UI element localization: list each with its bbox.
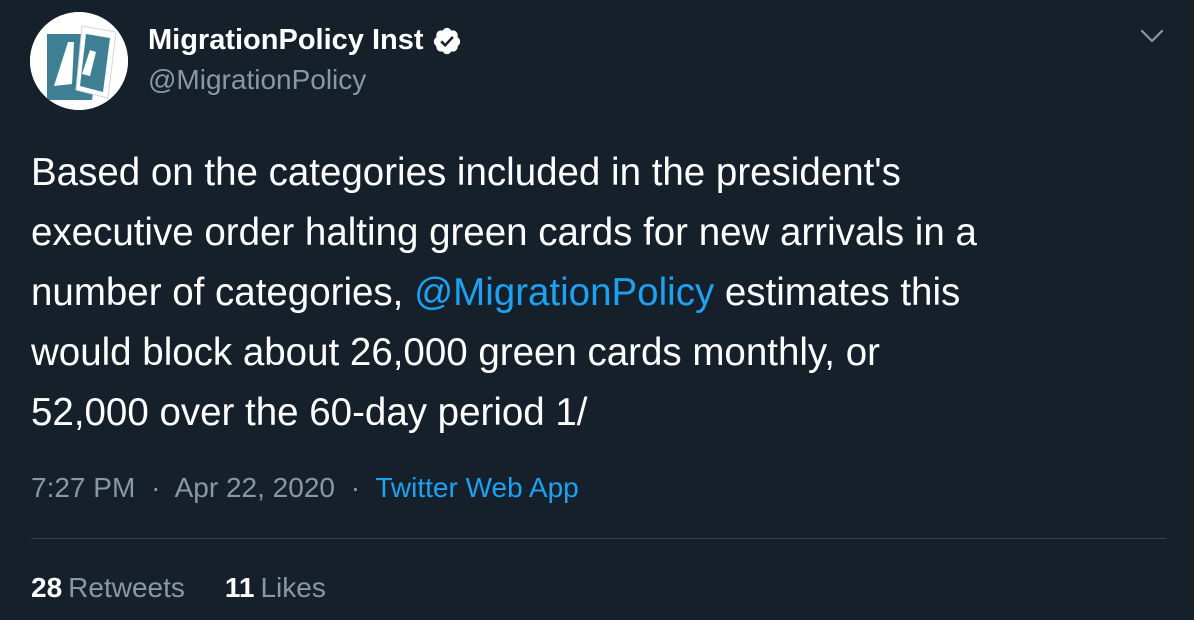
retweets-count: 28	[31, 572, 63, 603]
likes-label: Likes	[260, 572, 326, 603]
tweet-line: executive order halting green cards for …	[31, 203, 1161, 263]
tweet-text-segment: number of categories,	[31, 271, 415, 314]
verified-badge-icon	[433, 27, 460, 54]
display-name-text: MigrationPolicy Inst	[148, 24, 424, 56]
meta-separator: ·	[151, 472, 161, 503]
tweet-date[interactable]: Apr 22, 2020	[175, 472, 335, 503]
tweet-time[interactable]: 7:27 PM	[31, 472, 135, 503]
tweet-stats: 28 Retweets 11 Likes	[31, 572, 366, 604]
chevron-down-icon[interactable]	[1138, 24, 1166, 48]
retweets-label: Retweets	[68, 572, 185, 603]
avatar[interactable]	[30, 12, 128, 110]
likes-count: 11	[224, 572, 255, 603]
display-name[interactable]: MigrationPolicy Inst	[148, 24, 462, 57]
tweet-meta: 7:27 PM · Apr 22, 2020 · Twitter Web App	[31, 472, 579, 504]
tweet-line: would block about 26,000 green cards mon…	[31, 323, 1161, 383]
tweet-text-segment: estimates this	[714, 271, 961, 314]
source-link[interactable]: Twitter Web App	[375, 472, 578, 503]
likes-stat[interactable]: 11 Likes	[225, 572, 326, 604]
meta-separator: ·	[350, 472, 361, 503]
tweet-text-segment: Based on the categories included in the …	[31, 151, 901, 194]
tweet-card: MigrationPolicy Inst @MigrationPolicy Ba…	[0, 0, 1194, 620]
tweet-line: Based on the categories included in the …	[31, 143, 1161, 203]
tweet-text-segment: 52,000 over the 60-day period 1/	[31, 391, 588, 434]
tweet-text-segment: executive order halting green cards for …	[31, 211, 977, 254]
tweet-line: 52,000 over the 60-day period 1/	[31, 383, 1161, 443]
migration-policy-logo	[30, 12, 128, 110]
retweets-stat[interactable]: 28 Retweets	[31, 572, 185, 604]
handle[interactable]: @MigrationPolicy	[148, 64, 366, 96]
divider	[31, 538, 1166, 539]
tweet-text: Based on the categories included in the …	[31, 143, 1161, 443]
mention-link[interactable]: @MigrationPolicy	[414, 271, 714, 314]
tweet-text-segment: would block about 26,000 green cards mon…	[31, 331, 880, 374]
tweet-line: number of categories, @MigrationPolicy e…	[31, 263, 1161, 323]
